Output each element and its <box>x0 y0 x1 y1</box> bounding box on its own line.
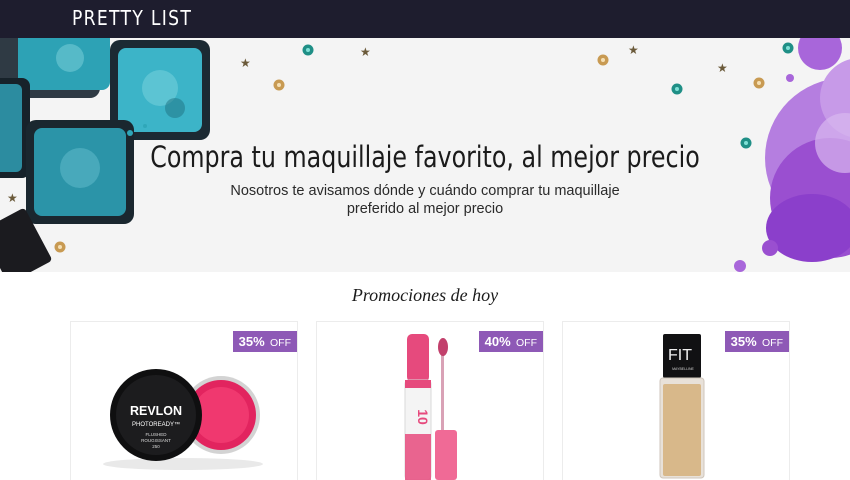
svg-text:★: ★ <box>717 61 728 75</box>
discount-badge: 40% OFF <box>478 331 543 352</box>
promotions-heading: Promociones de hoy <box>351 285 499 305</box>
hero-subtitle: Nosotros te avisamos dónde y cuándo comp… <box>230 183 620 217</box>
product-text-shade: 250 <box>152 444 160 449</box>
product-card-foundation[interactable]: FIT MAYBELLINE 35% OFF <box>562 321 790 480</box>
brand-logo[interactable]: PRETTY LIST <box>72 6 192 30</box>
product-card-blush[interactable]: REVLON PHOTOREADY™ FLUSHED ROUGISSANT 25… <box>70 321 298 480</box>
hero-banner: ★ ★ ★ ★ ★ Compra tu maquillaje favorito,… <box>0 38 850 272</box>
discount-badge: 35% OFF <box>724 331 789 352</box>
discount-off-label: OFF <box>270 337 291 349</box>
product-text-maybelline: MAYBELLINE <box>672 367 694 371</box>
product-text-flushed: FLUSHED <box>145 432 167 437</box>
svg-text:★: ★ <box>360 45 371 59</box>
product-text-rougissant: ROUGISSANT <box>141 438 171 443</box>
hero-title: Compra tu maquillaje favorito, al mejor … <box>150 140 700 174</box>
svg-text:★: ★ <box>628 43 639 57</box>
product-text-photoready: PHOTOREADY™ <box>132 421 180 428</box>
discount-off-label: OFF <box>762 337 783 349</box>
discount-badge: 35% OFF <box>232 331 297 352</box>
discount-off-label: OFF <box>516 337 537 349</box>
discount-percent: 35% <box>730 334 757 349</box>
discount-percent: 40% <box>484 334 511 349</box>
product-card-lipstick[interactable]: 10 40% OFF <box>316 321 544 480</box>
svg-text:★: ★ <box>240 56 251 70</box>
product-text-revlon: REVLON <box>130 404 182 418</box>
discount-percent: 35% <box>238 334 265 349</box>
product-text-fit: FIT <box>668 347 692 364</box>
svg-text:★: ★ <box>7 191 18 205</box>
product-text-ten: 10 <box>415 409 431 425</box>
top-navbar: PRETTY LIST <box>0 0 850 38</box>
